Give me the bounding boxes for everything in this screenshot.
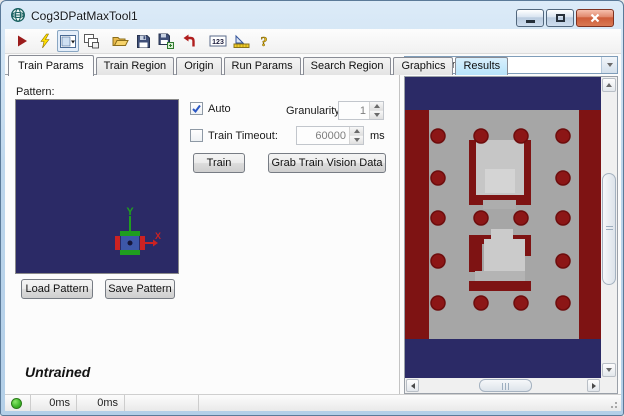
scrollbar-corner: [601, 378, 617, 393]
tab-run-params[interactable]: Run Params: [224, 57, 301, 75]
grab-train-vision-data-button[interactable]: Grab Train Vision Data: [268, 153, 386, 173]
empty-section: [199, 395, 621, 411]
svg-text:X: X: [155, 231, 161, 241]
granularity-down-button[interactable]: [370, 111, 383, 119]
open-file-button[interactable]: [109, 30, 131, 52]
maximize-button[interactable]: [546, 9, 574, 27]
image-display-panel: [404, 76, 618, 394]
input-image-display[interactable]: [405, 77, 601, 378]
minimize-icon: [526, 20, 535, 23]
scroll-down-button[interactable]: [602, 363, 616, 377]
empty-section: [125, 395, 199, 411]
save-icon: [136, 34, 151, 49]
measure-button[interactable]: [230, 30, 252, 52]
granularity-up-button[interactable]: [370, 102, 383, 111]
save-file-button[interactable]: [132, 30, 154, 52]
thumb-grip-icon: [606, 226, 613, 232]
close-icon: [590, 13, 600, 23]
set-square-icon: [233, 33, 250, 49]
run-icon: [14, 33, 30, 49]
svg-text:?: ?: [261, 35, 268, 49]
granularity-label: Granularity:: [286, 105, 343, 117]
tool-window: Cog3DPatMaxTool1: [0, 0, 624, 416]
scroll-up-button[interactable]: [602, 78, 616, 92]
window-title: Cog3DPatMaxTool1: [31, 9, 138, 23]
display-icon: [60, 35, 76, 48]
auto-checkbox[interactable]: [190, 102, 203, 115]
show-numerics-button[interactable]: 123: [207, 30, 229, 52]
lightning-icon: [37, 33, 53, 49]
time-section-1: 0ms: [31, 395, 77, 411]
tab-origin[interactable]: Origin: [176, 57, 221, 75]
origin-axis-icon: Y X: [108, 203, 162, 261]
tab-results[interactable]: Results: [455, 57, 508, 75]
cognex-globe-icon: [10, 7, 26, 23]
toggle-display-button[interactable]: [57, 30, 79, 52]
horizontal-scrollbar[interactable]: [405, 378, 601, 393]
train-params-page: Pattern: Y X Load Pattern Save Pattern A…: [5, 74, 400, 394]
numerics-123-icon: 123: [209, 33, 227, 49]
run-status-icon: [11, 398, 22, 409]
granularity-stepper[interactable]: 1: [338, 101, 384, 120]
auto-label: Auto: [208, 103, 231, 115]
pattern-display: Y X: [15, 99, 179, 274]
train-timeout-label: Train Timeout:: [208, 130, 278, 142]
train-timeout-stepper[interactable]: 60000: [296, 126, 364, 145]
scroll-right-button[interactable]: [587, 379, 600, 392]
copy-results-button[interactable]: [80, 30, 102, 52]
tab-strip: Train Params Train Region Origin Run Par…: [8, 55, 510, 75]
time-section-2: 0ms: [77, 395, 125, 411]
vertical-scroll-thumb[interactable]: [602, 173, 616, 285]
train-button[interactable]: Train: [193, 153, 245, 173]
input-image: [405, 77, 601, 378]
tab-train-region[interactable]: Train Region: [96, 57, 175, 75]
svg-text:123: 123: [212, 39, 224, 46]
open-folder-icon: [112, 33, 129, 49]
save-pattern-button[interactable]: Save Pattern: [105, 279, 175, 299]
train-state-text: Untrained: [25, 364, 90, 380]
save-image-button[interactable]: [155, 30, 177, 52]
run-status-section: [5, 395, 31, 411]
title-bar[interactable]: Cog3DPatMaxTool1: [1, 1, 623, 29]
train-timeout-checkbox[interactable]: [190, 129, 203, 142]
tab-train-params[interactable]: Train Params: [8, 55, 94, 76]
tab-graphics[interactable]: Graphics: [393, 57, 453, 75]
close-button[interactable]: [576, 9, 614, 27]
save-image-icon: [158, 33, 174, 49]
granularity-value: 1: [339, 102, 369, 119]
run-button[interactable]: [11, 30, 33, 52]
train-timeout-value: 60000: [297, 127, 349, 144]
resize-grip-icon[interactable]: [608, 399, 618, 409]
reset-arrow-icon: [181, 33, 197, 49]
vertical-scrollbar[interactable]: [601, 77, 617, 378]
scroll-left-button[interactable]: [406, 379, 419, 392]
chevron-down-icon: [601, 57, 617, 73]
help-button[interactable]: ?: [253, 30, 275, 52]
horizontal-scroll-thumb[interactable]: [479, 379, 532, 392]
help-icon: ?: [258, 33, 270, 49]
status-bar: 0ms 0ms: [5, 394, 621, 411]
minimize-button[interactable]: [516, 9, 544, 27]
load-pattern-button[interactable]: Load Pattern: [21, 279, 93, 299]
check-icon: [191, 103, 202, 114]
maximize-icon: [556, 14, 565, 22]
electric-run-button[interactable]: [34, 30, 56, 52]
copy-icon: [83, 33, 99, 49]
timeout-down-button[interactable]: [350, 136, 363, 144]
toolbar: 123 ?: [5, 29, 621, 54]
thumb-grip-icon: [502, 383, 510, 390]
tab-search-region[interactable]: Search Region: [303, 57, 392, 75]
pattern-label: Pattern:: [16, 86, 55, 98]
timeout-unit-label: ms: [370, 130, 385, 142]
timeout-up-button[interactable]: [350, 127, 363, 136]
reset-button[interactable]: [178, 30, 200, 52]
